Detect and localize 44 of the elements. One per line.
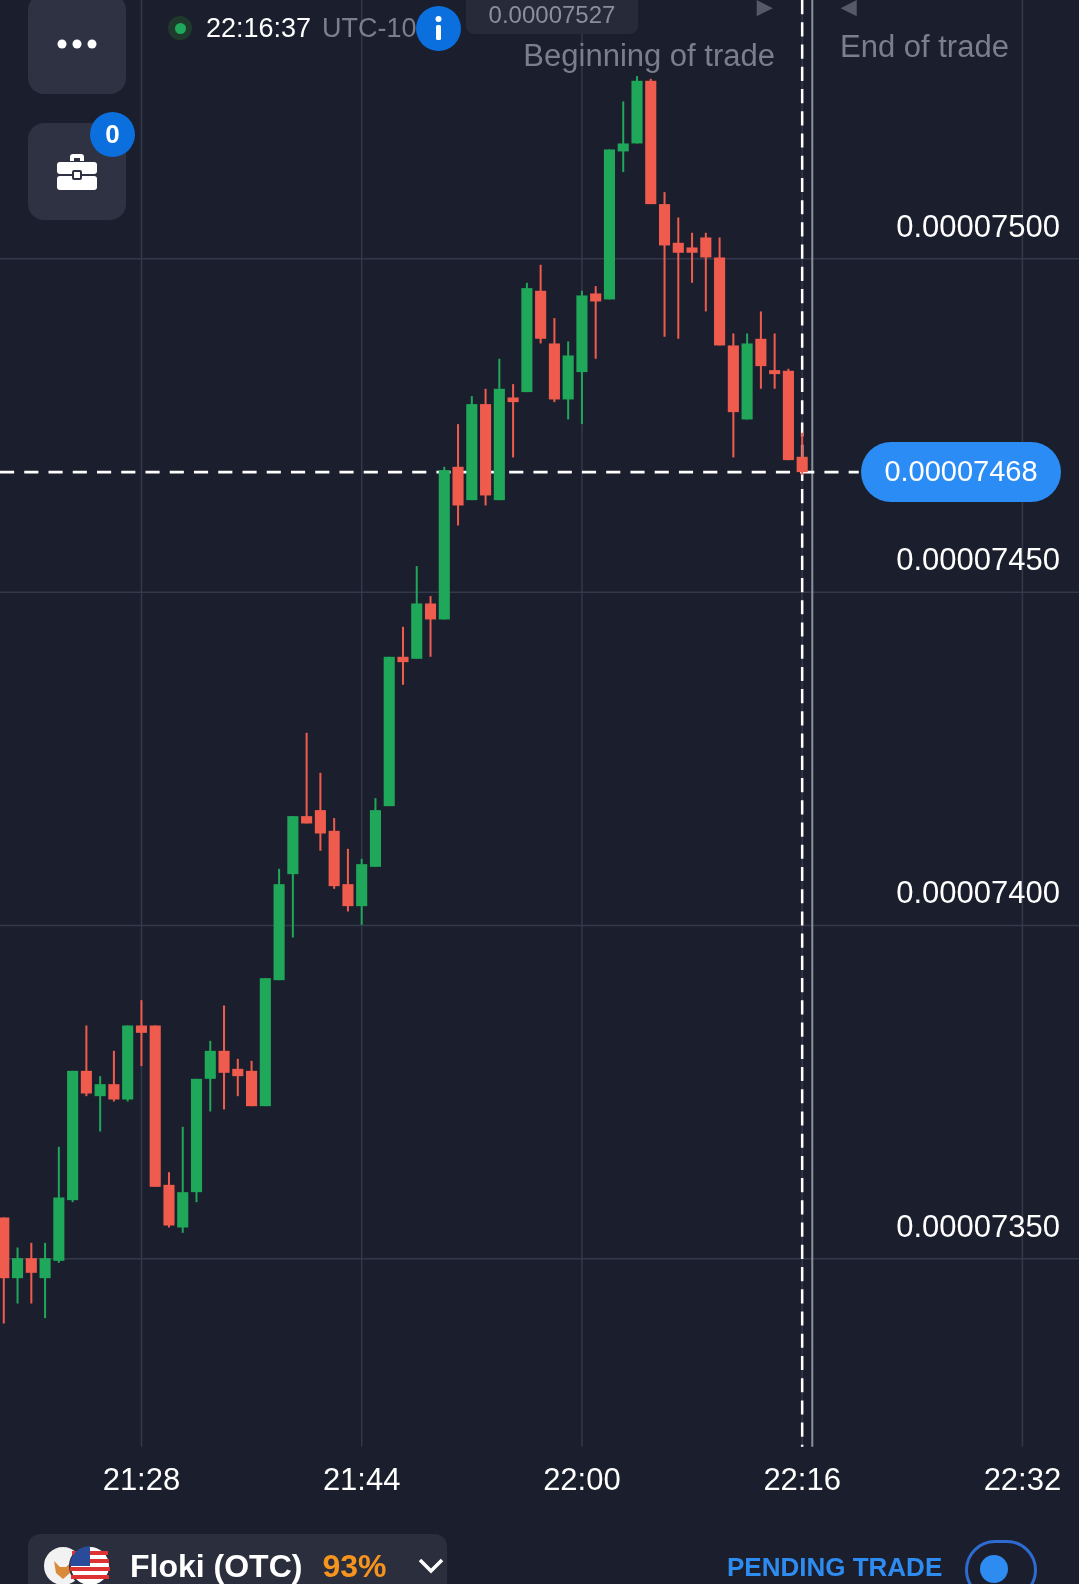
- candlestick: [369, 798, 381, 867]
- candlestick: [135, 1000, 147, 1067]
- price-axis-label: 0.00007500: [896, 207, 1060, 246]
- asset-pair-icon: [42, 1545, 112, 1584]
- left-triangle-icon: [840, 0, 857, 17]
- candlestick: [686, 232, 698, 283]
- candlestick: [356, 858, 368, 925]
- candlestick: [163, 1172, 175, 1228]
- time-axis-label: 22:16: [762, 1461, 842, 1499]
- more-button[interactable]: [28, 0, 126, 94]
- candlestick: [12, 1247, 24, 1304]
- candlestick: [232, 1058, 244, 1097]
- price-axis-label: 0.00007350: [896, 1207, 1060, 1246]
- candlestick: [617, 101, 629, 173]
- pending-trade-label: PENDING TRADE: [727, 1551, 943, 1584]
- clock-time: 22:16:37: [206, 12, 312, 45]
- notification-badge: 0: [90, 112, 135, 157]
- info-icon[interactable]: [416, 6, 461, 51]
- candlestick: [94, 1076, 106, 1132]
- live-status-icon: [168, 16, 192, 40]
- time-axis-label: 21:28: [101, 1461, 182, 1499]
- candlestick: [328, 818, 340, 889]
- more-icon: [57, 39, 97, 49]
- chevron-down-icon: [418, 1558, 445, 1574]
- current-price-label: 0.00007468: [861, 442, 1061, 502]
- candlestick: [631, 76, 643, 144]
- candlestick: [397, 626, 409, 685]
- timezone-label: UTC-10: [322, 12, 417, 45]
- price-tooltip: 0.00007527: [466, 0, 638, 34]
- right-triangle-icon: [756, 0, 773, 17]
- price-axis-label: 0.00007450: [896, 541, 1060, 580]
- candlestick: [342, 848, 354, 912]
- toggle-switch[interactable]: [965, 1540, 1037, 1584]
- trade-start-label: Beginning of trade: [523, 38, 775, 74]
- candlestick: [796, 432, 808, 475]
- trade-end-label: End of trade: [840, 29, 1009, 65]
- candlestick: [25, 1242, 37, 1304]
- time-axis-label: 21:44: [321, 1461, 402, 1499]
- time-axis-label: 22:32: [982, 1461, 1063, 1499]
- candlestick: [108, 1050, 120, 1102]
- briefcase-icon: [57, 153, 97, 190]
- price-axis-label: 0.00007400: [896, 874, 1060, 913]
- asset-selector[interactable]: Floki (OTC) 93%: [28, 1534, 447, 1584]
- time-axis-label: 22:00: [542, 1461, 622, 1499]
